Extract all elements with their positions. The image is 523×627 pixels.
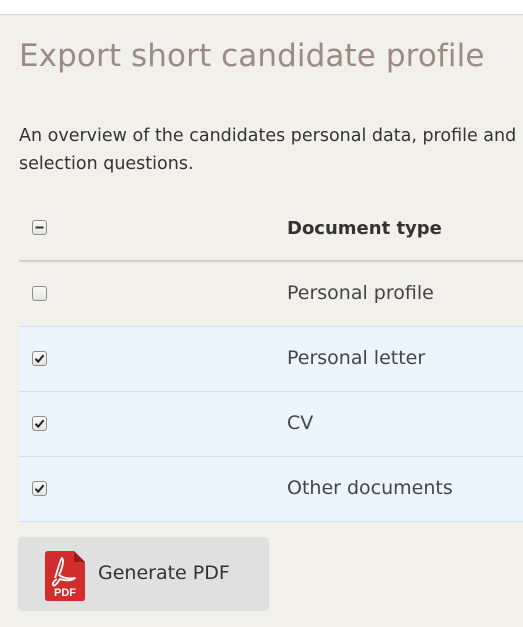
checkmark-icon: [34, 484, 45, 494]
document-type-label: Personal letter: [287, 347, 426, 369]
table-row[interactable]: Personal letter: [19, 327, 523, 392]
table-row[interactable]: Other documents: [19, 457, 523, 522]
row-checkbox[interactable]: [32, 286, 47, 301]
table-header-row: Document type: [19, 200, 523, 262]
page-title: Export short candidate profile: [19, 38, 485, 74]
indeterminate-icon: [35, 226, 44, 229]
row-checkbox[interactable]: [32, 351, 47, 366]
column-header-document-type: Document type: [287, 218, 442, 239]
table-row[interactable]: CV: [19, 392, 523, 457]
checkmark-icon: [34, 419, 45, 429]
generate-pdf-button[interactable]: PDF Generate PDF: [18, 537, 269, 611]
document-type-label: Other documents: [287, 477, 453, 499]
table-row[interactable]: Personal profile: [19, 262, 523, 327]
row-checkbox[interactable]: [32, 416, 47, 431]
svg-text:PDF: PDF: [54, 587, 76, 599]
export-panel: Export short candidate profile An overvi…: [0, 14, 523, 627]
document-type-table: Document type Personal profile Personal …: [19, 200, 523, 522]
checkmark-icon: [34, 354, 45, 364]
document-type-label: Personal profile: [287, 282, 434, 304]
page-description: An overview of the candidates personal d…: [19, 126, 517, 174]
pdf-icon: PDF: [45, 551, 85, 601]
row-checkbox[interactable]: [32, 481, 47, 496]
document-type-label: CV: [287, 412, 314, 434]
generate-pdf-label: Generate PDF: [98, 562, 230, 584]
select-all-checkbox[interactable]: [32, 220, 47, 235]
